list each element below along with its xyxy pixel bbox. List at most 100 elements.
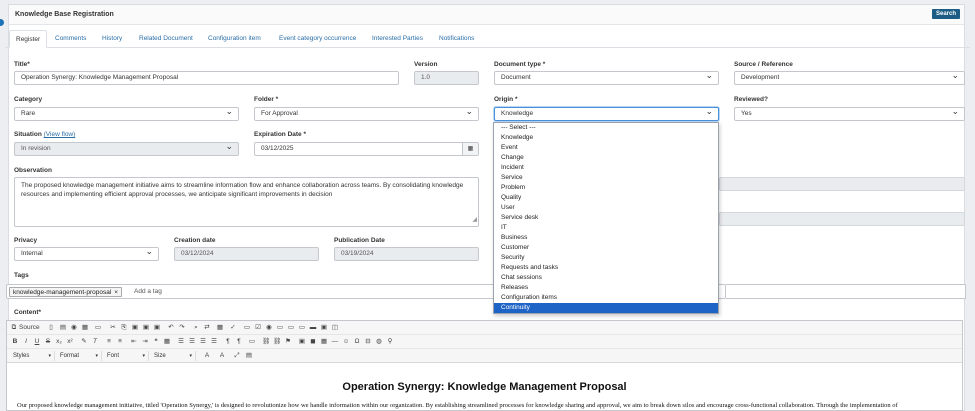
redo-icon[interactable]: ↷ [178,323,186,333]
bold-icon[interactable]: B [11,337,19,347]
copy-format-icon[interactable]: ✎ [80,337,88,347]
tab-history[interactable]: History [96,30,128,48]
font-combo[interactable]: Font [104,351,149,361]
subscript-icon[interactable]: x₂ [55,337,63,347]
origin-option[interactable]: Quality [494,193,718,203]
sitemap-icon[interactable]: ⚲ [386,337,394,347]
tab-comments[interactable]: Comments [49,30,92,48]
format-combo[interactable]: Format [57,351,102,361]
link-icon[interactable]: ⛓ [262,337,270,347]
origin-select[interactable]: Knowledge [494,107,719,121]
strikethrough-icon[interactable]: S [44,337,52,347]
origin-option[interactable]: Service desk [494,213,718,223]
div-container-icon[interactable]: ▦ [163,337,171,347]
tag-remove-icon[interactable]: × [114,289,118,296]
source-button[interactable]: Source [19,323,40,333]
origin-option[interactable]: Knowledge [494,133,718,143]
origin-option[interactable]: Security [494,253,718,263]
find-icon[interactable]: ⌕ [192,323,200,333]
title-input[interactable]: Operation Synergy: Knowledge Management … [14,71,399,85]
hidden-field-icon[interactable]: ◫ [331,323,339,333]
language-icon[interactable]: ▭ [248,337,256,347]
document-type-select[interactable]: Document [494,71,719,85]
rtl-icon[interactable]: ¶ [235,337,243,347]
resize-grip-icon[interactable]: ◢ [472,216,477,225]
privacy-select[interactable]: Internal [14,247,159,261]
preview-icon[interactable]: ◉ [70,323,78,333]
search-button[interactable]: Search [931,9,960,19]
origin-option[interactable]: --- Select --- [494,123,718,133]
source-reference-select[interactable]: Development [734,71,965,85]
select-all-icon[interactable]: ▦ [216,323,224,333]
textarea-icon[interactable]: ▭ [287,323,295,333]
tab-register[interactable]: Register [9,30,48,48]
observation-textarea[interactable]: The proposed knowledge management initia… [14,177,479,227]
ltr-icon[interactable]: ¶ [224,337,232,347]
origin-option[interactable]: Requests and tasks [494,263,718,273]
situation-select[interactable]: In revision [14,142,239,156]
page-break-icon[interactable]: ⊟ [364,337,372,347]
background-color-icon[interactable]: A [218,351,226,361]
new-page-icon[interactable]: ▯ [47,323,55,333]
origin-option[interactable]: Event [494,143,718,153]
origin-option[interactable]: Change [494,153,718,163]
image-button-icon[interactable]: ▣ [320,323,328,333]
print-icon[interactable]: ▭ [94,323,102,333]
view-flow-link[interactable]: (View flow) [44,131,76,138]
numbered-list-icon[interactable]: ≡ [105,337,113,347]
tab-notifications[interactable]: Notifications [433,30,480,48]
horizontal-line-icon[interactable]: ― [331,337,339,347]
indent-icon[interactable]: ⇥ [141,337,149,347]
calendar-icon[interactable]: ▦ [462,143,478,155]
smiley-icon[interactable]: ☺ [342,337,350,347]
tab-interested-parties[interactable]: Interested Parties [366,30,429,48]
align-right-icon[interactable]: ☰ [199,337,207,347]
maximize-icon[interactable]: ⤢ [233,351,241,361]
origin-option[interactable]: Incident [494,163,718,173]
iframe-icon[interactable]: ◍ [375,337,383,347]
checkbox-icon[interactable]: ☑ [254,323,262,333]
remove-format-icon[interactable]: T [91,337,99,347]
italic-icon[interactable]: I [22,337,30,347]
save-icon[interactable]: ▤ [59,323,67,333]
expiration-date-input[interactable]: 03/12/2025 ▦ [254,142,479,156]
anchor-icon[interactable]: ⚑ [284,337,292,347]
flash-icon[interactable]: ◼ [309,337,317,347]
category-select[interactable]: Rare [14,107,239,121]
justify-icon[interactable]: ☰ [210,337,218,347]
origin-option[interactable]: Service [494,173,718,183]
image-icon[interactable]: ▣ [298,337,306,347]
spellcheck-icon[interactable]: ✓ [229,323,237,333]
paste-icon[interactable]: ▣ [131,323,139,333]
origin-option[interactable]: Business [494,233,718,243]
tags-input-extension[interactable] [726,284,966,299]
special-char-icon[interactable]: Ω [353,337,361,347]
reviewed-select[interactable]: Yes [734,107,965,121]
undo-icon[interactable]: ↶ [167,323,175,333]
superscript-icon[interactable]: x² [66,337,74,347]
replace-icon[interactable]: ⇄ [203,323,211,333]
table-icon[interactable]: ▦ [320,337,328,347]
tab-related-document[interactable]: Related Document [133,30,199,48]
origin-option[interactable]: Chat sessions [494,273,718,283]
origin-option[interactable]: IT [494,223,718,233]
tab-configuration-item[interactable]: Configuration item [202,30,267,48]
origin-option[interactable]: Customer [494,243,718,253]
underline-icon[interactable]: U [33,337,41,347]
show-blocks-icon[interactable]: ▤ [245,351,253,361]
size-combo[interactable]: Size [151,351,196,361]
select-field-icon[interactable]: ▭ [298,323,306,333]
cut-icon[interactable]: ✂ [109,323,117,333]
copy-icon[interactable]: ⎘ [120,323,128,333]
align-left-icon[interactable]: ☰ [177,337,185,347]
templates-icon[interactable]: ▦ [81,323,89,333]
styles-combo[interactable]: Styles [10,351,55,361]
origin-option[interactable]: Configuration items [494,293,718,303]
outdent-icon[interactable]: ⇤ [130,337,138,347]
paste-word-icon[interactable]: ▣ [153,323,161,333]
text-color-icon[interactable]: A [203,351,211,361]
origin-option[interactable]: Problem [494,183,718,193]
form-button-icon[interactable]: ▬ [309,323,317,333]
tab-event-category-occurrence[interactable]: Event category occurrence [273,30,362,48]
form-icon[interactable]: ▭ [243,323,251,333]
